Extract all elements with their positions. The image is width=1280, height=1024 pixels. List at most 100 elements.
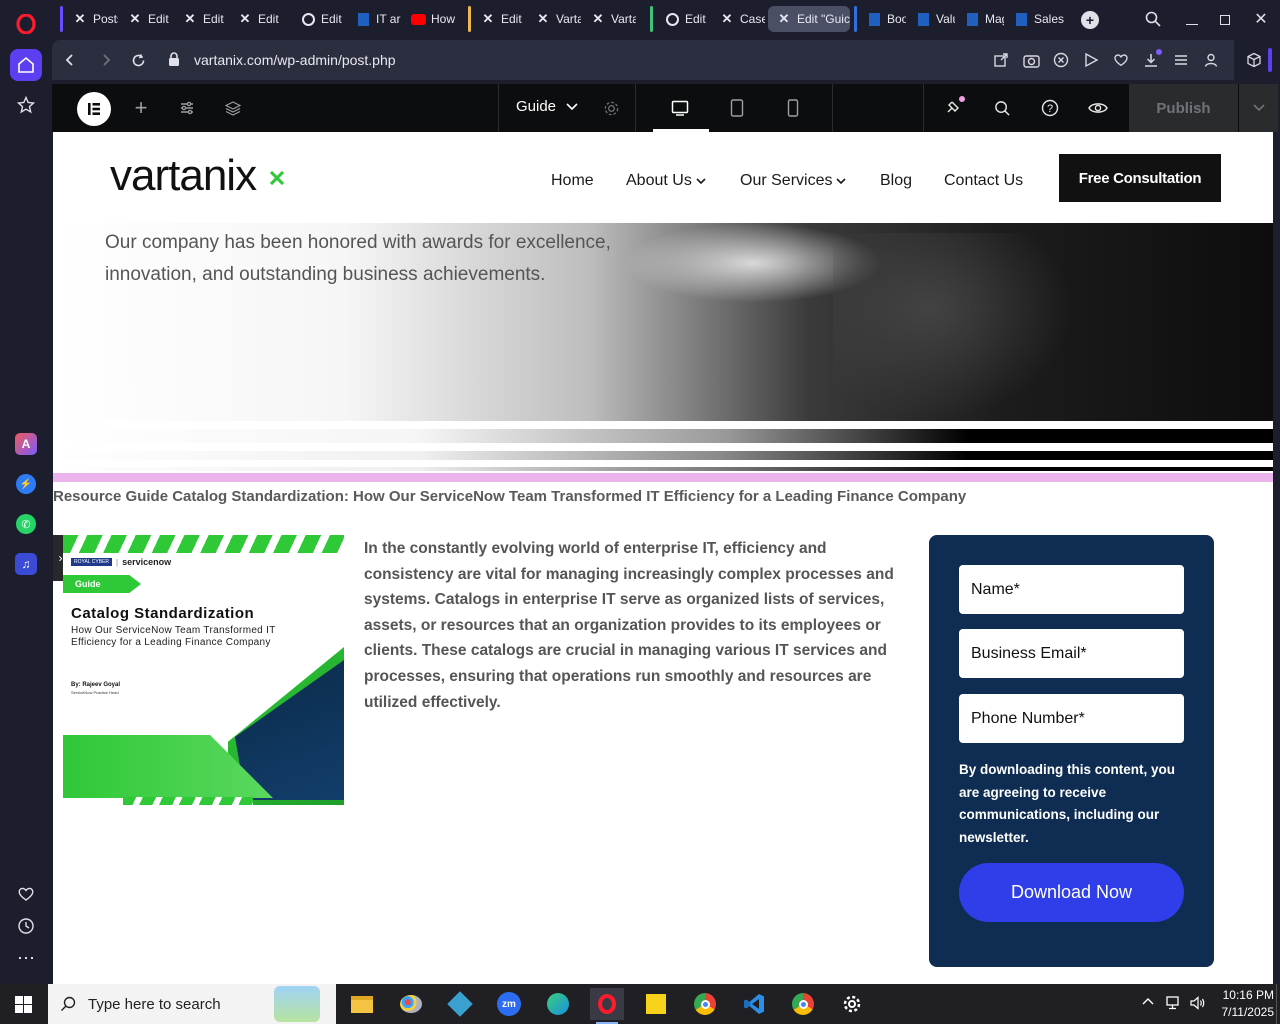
minimize-icon[interactable] [1182, 10, 1202, 30]
reload-icon[interactable] [128, 50, 148, 70]
chrome-icon[interactable] [688, 988, 722, 1020]
site-settings-icon[interactable] [177, 98, 197, 118]
tab[interactable]: ✕ Edit [174, 6, 228, 32]
show-desktop-button[interactable] [1276, 984, 1280, 1024]
phone-number-field[interactable]: Phone Number* [959, 694, 1184, 743]
download-now-button[interactable]: Download Now [959, 863, 1184, 922]
system-clock[interactable]: 10:16 PM 7/11/2025 [1212, 987, 1275, 1021]
x-icon: ✕ [537, 11, 549, 26]
whatsapp-icon[interactable]: ✆ [10, 508, 42, 540]
opera-taskbar-icon[interactable] [590, 988, 624, 1020]
search-tabs-icon[interactable] [1144, 10, 1164, 30]
tab-group-marker [650, 6, 653, 32]
star-icon[interactable] [10, 89, 42, 121]
scrollbar-track[interactable] [1273, 132, 1280, 984]
nav-home[interactable]: Home [551, 172, 594, 190]
download-icon[interactable] [1141, 49, 1162, 70]
paint-app-icon[interactable] [394, 988, 428, 1020]
publish-button[interactable]: Publish [1129, 84, 1238, 132]
tab[interactable]: ✕Posts [64, 6, 118, 32]
vscode-icon[interactable] [737, 988, 771, 1020]
send-icon[interactable] [1081, 50, 1101, 70]
music-player-icon[interactable]: ♫ [10, 548, 42, 580]
back-icon[interactable] [60, 50, 80, 70]
forward-icon[interactable] [96, 50, 116, 70]
x-icon: ✕ [184, 11, 196, 26]
gem-app-icon[interactable] [443, 988, 477, 1020]
lock-icon[interactable] [168, 52, 182, 68]
tab[interactable]: Edit [292, 6, 346, 32]
messenger-icon[interactable]: ⚡ [10, 468, 42, 500]
tab[interactable]: Boo [858, 6, 906, 32]
cover-green-stripes [63, 535, 344, 553]
notifications-pin-icon[interactable] [945, 96, 965, 118]
doc-icon [355, 11, 371, 27]
aria-icon[interactable]: A [10, 428, 42, 460]
easy-setup-icon[interactable] [1171, 50, 1191, 70]
site-logo[interactable]: vartanix [110, 154, 257, 198]
desktop-view-icon[interactable] [670, 98, 690, 118]
network-icon[interactable] [1166, 996, 1182, 1012]
tab[interactable]: Mag [956, 6, 1004, 32]
free-consultation-button[interactable]: Free Consultation [1059, 154, 1221, 202]
finder-search-icon[interactable] [992, 98, 1012, 118]
history-icon[interactable] [10, 910, 42, 942]
tab[interactable]: ✕ Edit I [119, 6, 173, 32]
doc-icon [964, 11, 980, 27]
profile-icon[interactable] [1201, 50, 1221, 70]
nav-blog[interactable]: Blog [880, 172, 912, 190]
more-icon[interactable]: ⋯ [10, 942, 42, 974]
elementor-logo-icon[interactable] [77, 92, 111, 126]
camera-icon[interactable] [1021, 50, 1041, 70]
file-explorer-icon[interactable] [345, 988, 379, 1020]
add-element-icon[interactable]: + [131, 95, 151, 120]
tab[interactable]: How [402, 6, 456, 32]
business-email-field[interactable]: Business Email* [959, 629, 1184, 678]
publish-options-chevron-icon[interactable] [1239, 84, 1278, 132]
help-icon[interactable]: ? [1040, 98, 1060, 118]
page-settings-gear-icon[interactable] [601, 98, 621, 118]
page-dropdown[interactable]: Guide [516, 98, 578, 115]
adblock-icon[interactable] [1051, 50, 1071, 70]
nav-contact-us[interactable]: Contact Us [944, 172, 1023, 190]
edge-icon[interactable] [541, 988, 575, 1020]
chrome-profile-icon[interactable] [786, 988, 820, 1020]
taskbar-search[interactable]: Type here to search [48, 984, 336, 1024]
tablet-view-icon[interactable] [727, 98, 747, 118]
share-icon[interactable] [991, 50, 1011, 70]
nav-about-us[interactable]: About Us [626, 172, 706, 190]
opera-logo-icon[interactable] [10, 8, 42, 40]
cover-tag: Guide [63, 575, 141, 593]
new-tab-plus-icon[interactable]: + [1081, 11, 1099, 29]
tab[interactable]: IT ar [347, 6, 401, 32]
divider [923, 84, 924, 132]
tray-chevron-up-icon[interactable] [1142, 996, 1156, 1010]
zoom-icon[interactable]: zm [492, 988, 526, 1020]
tab-group-marker [60, 6, 63, 32]
preview-eye-icon[interactable] [1088, 98, 1108, 118]
tab[interactable]: Valu [907, 6, 955, 32]
name-field[interactable]: Name* [959, 565, 1184, 614]
tab-active[interactable]: ✕ Edit "Guic [768, 6, 850, 32]
nav-our-services[interactable]: Our Services [740, 172, 847, 190]
restore-icon[interactable] [1215, 10, 1235, 30]
tab[interactable]: ✕ Case [711, 6, 765, 32]
tab[interactable]: ✕ Edit [229, 6, 283, 32]
url-text[interactable]: vartanix.com/wp-admin/post.php [194, 52, 396, 68]
settings-gear-icon[interactable] [835, 988, 869, 1020]
mobile-view-icon[interactable] [783, 98, 803, 118]
cube-extension-icon[interactable] [1244, 50, 1264, 70]
structure-layers-icon[interactable] [223, 98, 243, 118]
tab[interactable]: Sales [1005, 6, 1069, 32]
windows-start-icon[interactable] [6, 988, 40, 1020]
heart-bookmark-icon[interactable] [1111, 50, 1131, 70]
tab[interactable]: Edit [656, 6, 710, 32]
volume-icon[interactable] [1190, 996, 1206, 1012]
close-window-icon[interactable]: ✕ [1251, 9, 1271, 29]
tab[interactable]: ✕ Edit [472, 6, 526, 32]
sticky-notes-icon[interactable] [639, 988, 673, 1020]
home-icon[interactable] [10, 49, 42, 81]
heart-icon[interactable] [10, 878, 42, 910]
tab[interactable]: ✕ Varta [582, 6, 636, 32]
tab[interactable]: ✕ Varta [527, 6, 581, 32]
